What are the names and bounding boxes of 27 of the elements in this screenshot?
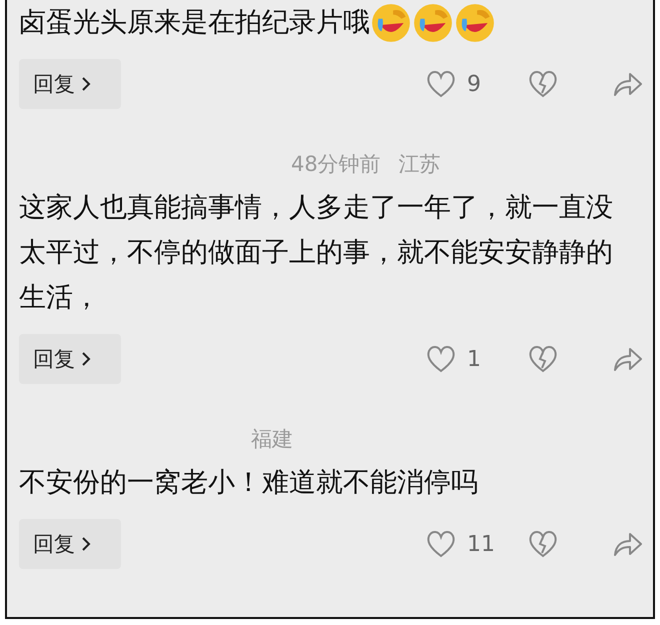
comment-text: 卤蛋光头原来是在拍纪录片哦 [19, 6, 370, 40]
comment-location: 福建 [251, 426, 293, 453]
chevron-right-icon [81, 351, 91, 367]
heart-icon[interactable] [425, 69, 457, 99]
chevron-right-icon [81, 536, 91, 552]
laughing-crying-emoji-icon [412, 2, 454, 44]
like-count: 9 [467, 72, 482, 96]
reply-button[interactable]: 回复 [19, 519, 121, 569]
share-icon[interactable] [611, 70, 643, 98]
like-count: 11 [467, 532, 496, 556]
laughing-crying-emoji-icon [370, 2, 412, 44]
chevron-right-icon [81, 76, 91, 92]
comment-text: 这家人也真能搞事情，人多走了一年了，就一直没太平过，不停的做面子上的事，就不能安安静静的生活， [19, 191, 614, 315]
reply-button[interactable]: 回复 [19, 59, 121, 109]
broken-heart-icon[interactable] [527, 344, 559, 374]
comment-time: 48分钟前 [291, 151, 381, 178]
comment-text: 不安份的一窝老小！难道就不能消停吗 [19, 466, 478, 500]
comment-location: 江苏 [398, 151, 441, 178]
like-count: 1 [467, 346, 482, 372]
share-icon[interactable] [611, 345, 643, 373]
broken-heart-icon[interactable] [527, 529, 559, 559]
heart-icon[interactable] [425, 529, 457, 559]
share-icon[interactable] [611, 530, 643, 558]
reply-button[interactable]: 回复 [19, 334, 121, 384]
heart-icon[interactable] [425, 344, 457, 374]
laughing-crying-emoji-icon [454, 2, 496, 44]
broken-heart-icon[interactable] [527, 69, 559, 99]
